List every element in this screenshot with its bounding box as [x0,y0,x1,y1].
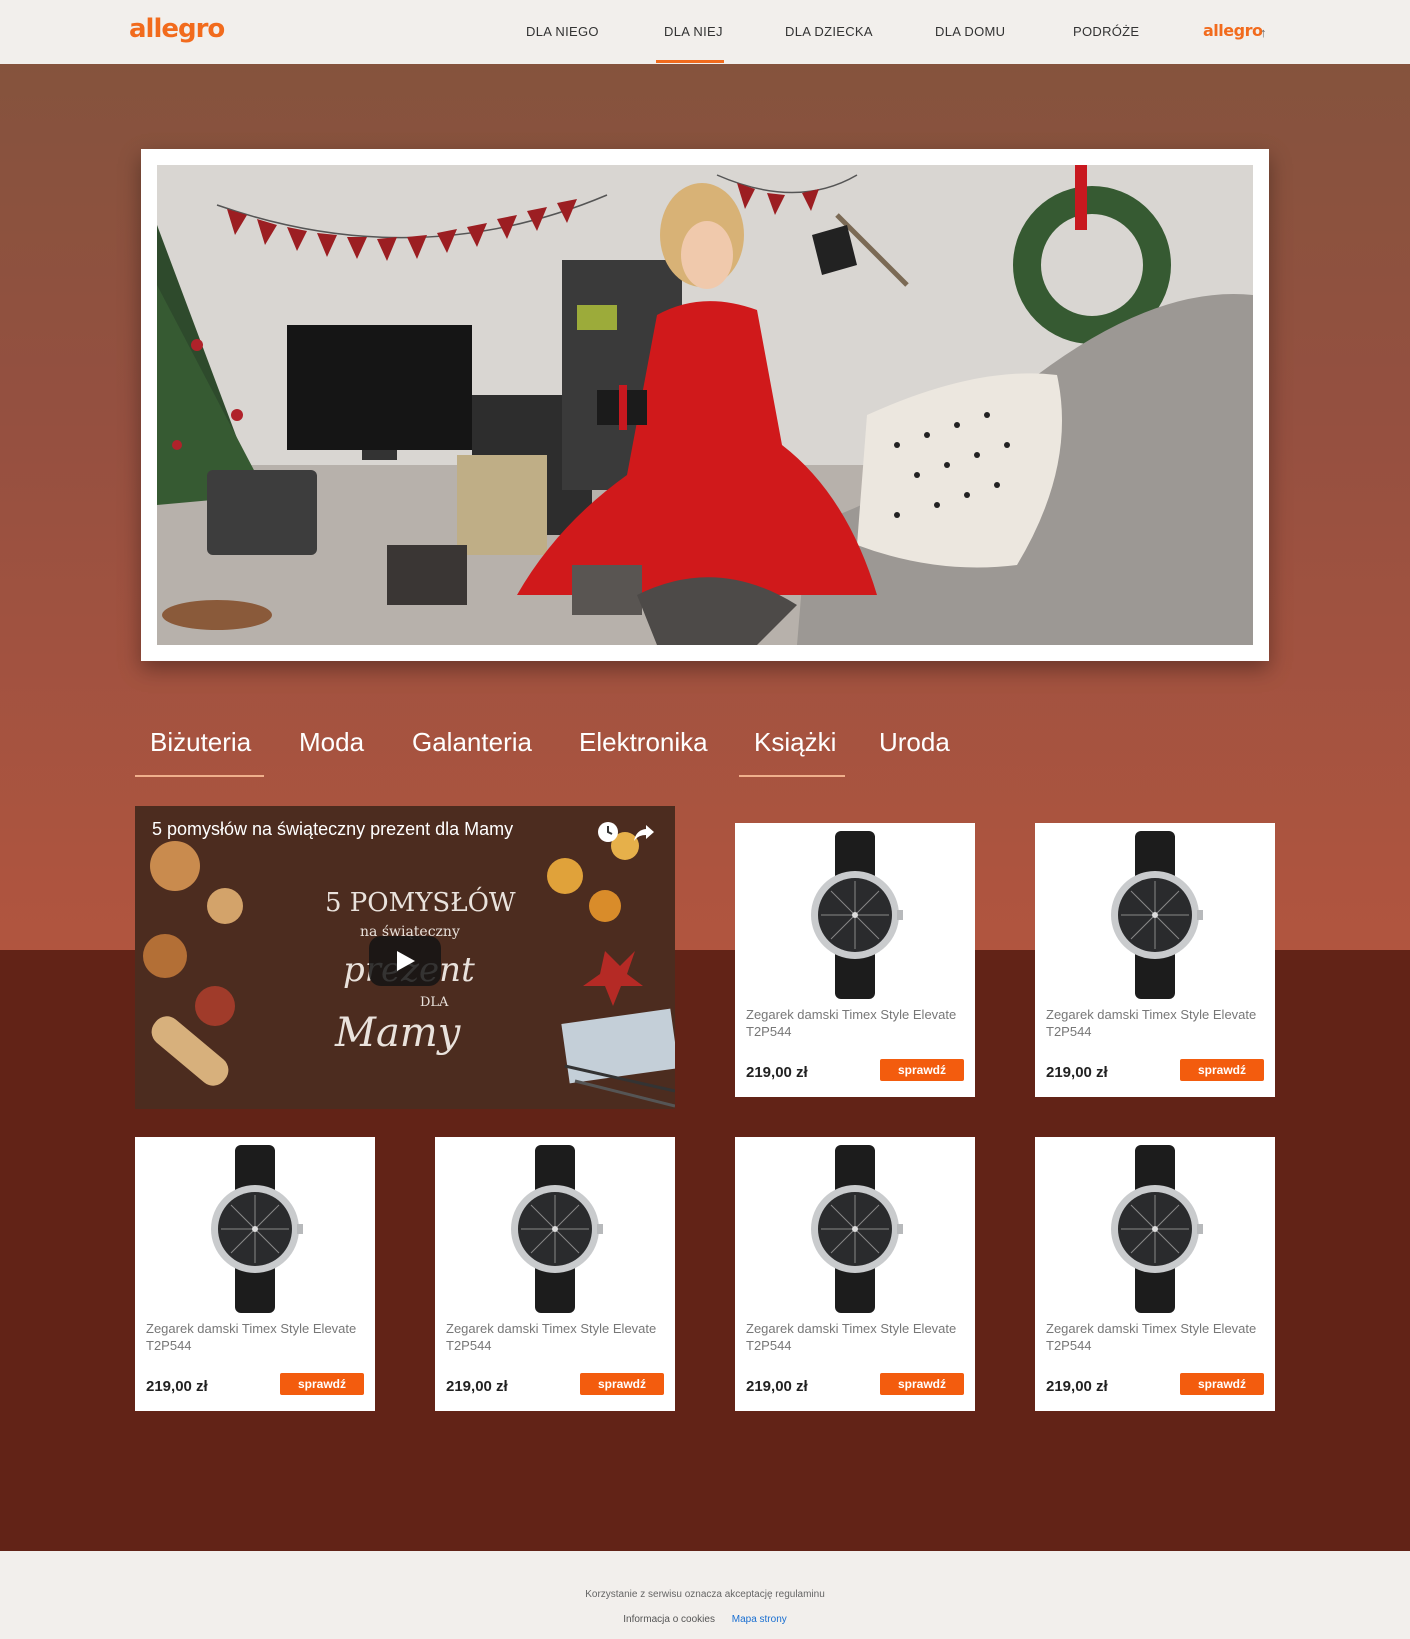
check-button[interactable]: sprawdź [280,1373,364,1395]
product-card[interactable]: Zegarek damski Timex Style Elevate T2P54… [1035,1137,1275,1411]
tab-underline-ksiazki [739,775,845,777]
nav-podroze[interactable]: PODRÓŻE [1073,24,1139,39]
product-card[interactable]: Zegarek damski Timex Style Elevate T2P54… [735,1137,975,1411]
video-overlay-line-4: DLA [420,995,449,1010]
allegro-logo[interactable]: allegro [129,14,225,44]
product-card[interactable]: Zegarek damski Timex Style Elevate T2P54… [1035,823,1275,1097]
product-name[interactable]: Zegarek damski Timex Style Elevate T2P54… [446,1320,666,1354]
nav-active-indicator [656,60,724,63]
product-name[interactable]: Zegarek damski Timex Style Elevate T2P54… [146,1320,366,1354]
tab-moda[interactable]: Moda [299,727,364,758]
sitemap-link[interactable]: Mapa strony [732,1614,787,1625]
product-card[interactable]: Zegarek damski Timex Style Elevate T2P54… [435,1137,675,1411]
tab-galanteria[interactable]: Galanteria [412,727,532,758]
cookies-link[interactable]: Informacja o cookies [623,1614,715,1625]
tab-ksiazki[interactable]: Książki [754,727,836,758]
nav-dla-niego[interactable]: DLA NIEGO [526,24,599,39]
check-button[interactable]: sprawdź [880,1373,964,1395]
video-overlay-line-5: Mamy [334,1010,462,1056]
arrow-up-icon[interactable]: ↑ [1260,25,1267,40]
product-name[interactable]: Zegarek damski Timex Style Elevate T2P54… [746,1320,966,1354]
check-button[interactable]: sprawdź [580,1373,664,1395]
footer-links: Informacja o cookies Mapa strony [0,1614,1410,1625]
product-name[interactable]: Zegarek damski Timex Style Elevate T2P54… [1046,1320,1266,1354]
watch-image [211,1145,303,1313]
tab-elektronika[interactable]: Elektronika [579,727,708,758]
product-price: 219,00 zł [1046,1064,1108,1081]
watch-image [1111,831,1203,999]
product-price: 219,00 zł [1046,1378,1108,1395]
watch-image [511,1145,603,1313]
share-icon[interactable] [632,820,656,844]
tab-uroda[interactable]: Uroda [879,727,950,758]
tab-bizuteria[interactable]: Biżuteria [150,727,251,758]
product-name[interactable]: Zegarek damski Timex Style Elevate T2P54… [746,1006,966,1040]
hero-photo [157,165,1253,645]
watch-image [1111,1145,1203,1313]
product-price: 219,00 zł [146,1378,208,1395]
video-title[interactable]: 5 pomysłów na świąteczny prezent dla Mam… [152,819,513,840]
product-name[interactable]: Zegarek damski Timex Style Elevate T2P54… [1046,1006,1266,1040]
nav-dla-domu[interactable]: DLA DOMU [935,24,1005,39]
watch-image [811,831,903,999]
watch-image [811,1145,903,1313]
check-button[interactable]: sprawdź [1180,1373,1264,1395]
check-button[interactable]: sprawdź [1180,1059,1264,1081]
play-button[interactable] [369,936,441,986]
nav-dla-niej[interactable]: DLA NIEJ [664,24,723,39]
allegro-home-link[interactable]: allegro [1203,21,1263,40]
product-price: 219,00 zł [746,1064,808,1081]
video-overlay-line-1: 5 POMYSŁÓW [325,886,516,918]
clock-icon[interactable] [596,820,620,844]
hero-illustration [157,165,1253,645]
site-header: allegro DLA NIEGO DLA NIEJ DLA DZIECKA D… [0,0,1410,64]
product-card[interactable]: Zegarek damski Timex Style Elevate T2P54… [735,823,975,1097]
product-card[interactable]: Zegarek damski Timex Style Elevate T2P54… [135,1137,375,1411]
play-icon [397,951,415,971]
hero-banner[interactable] [141,149,1269,661]
tab-underline-bizuteria [135,775,264,777]
product-price: 219,00 zł [446,1378,508,1395]
nav-dla-dziecka[interactable]: DLA DZIECKA [785,24,873,39]
check-button[interactable]: sprawdź [880,1059,964,1081]
video-player[interactable]: 5 POMYSŁÓW na świąteczny prezent DLA Mam… [135,806,675,1109]
product-price: 219,00 zł [746,1378,808,1395]
terms-notice: Korzystanie z serwisu oznacza akceptację… [585,1589,825,1600]
